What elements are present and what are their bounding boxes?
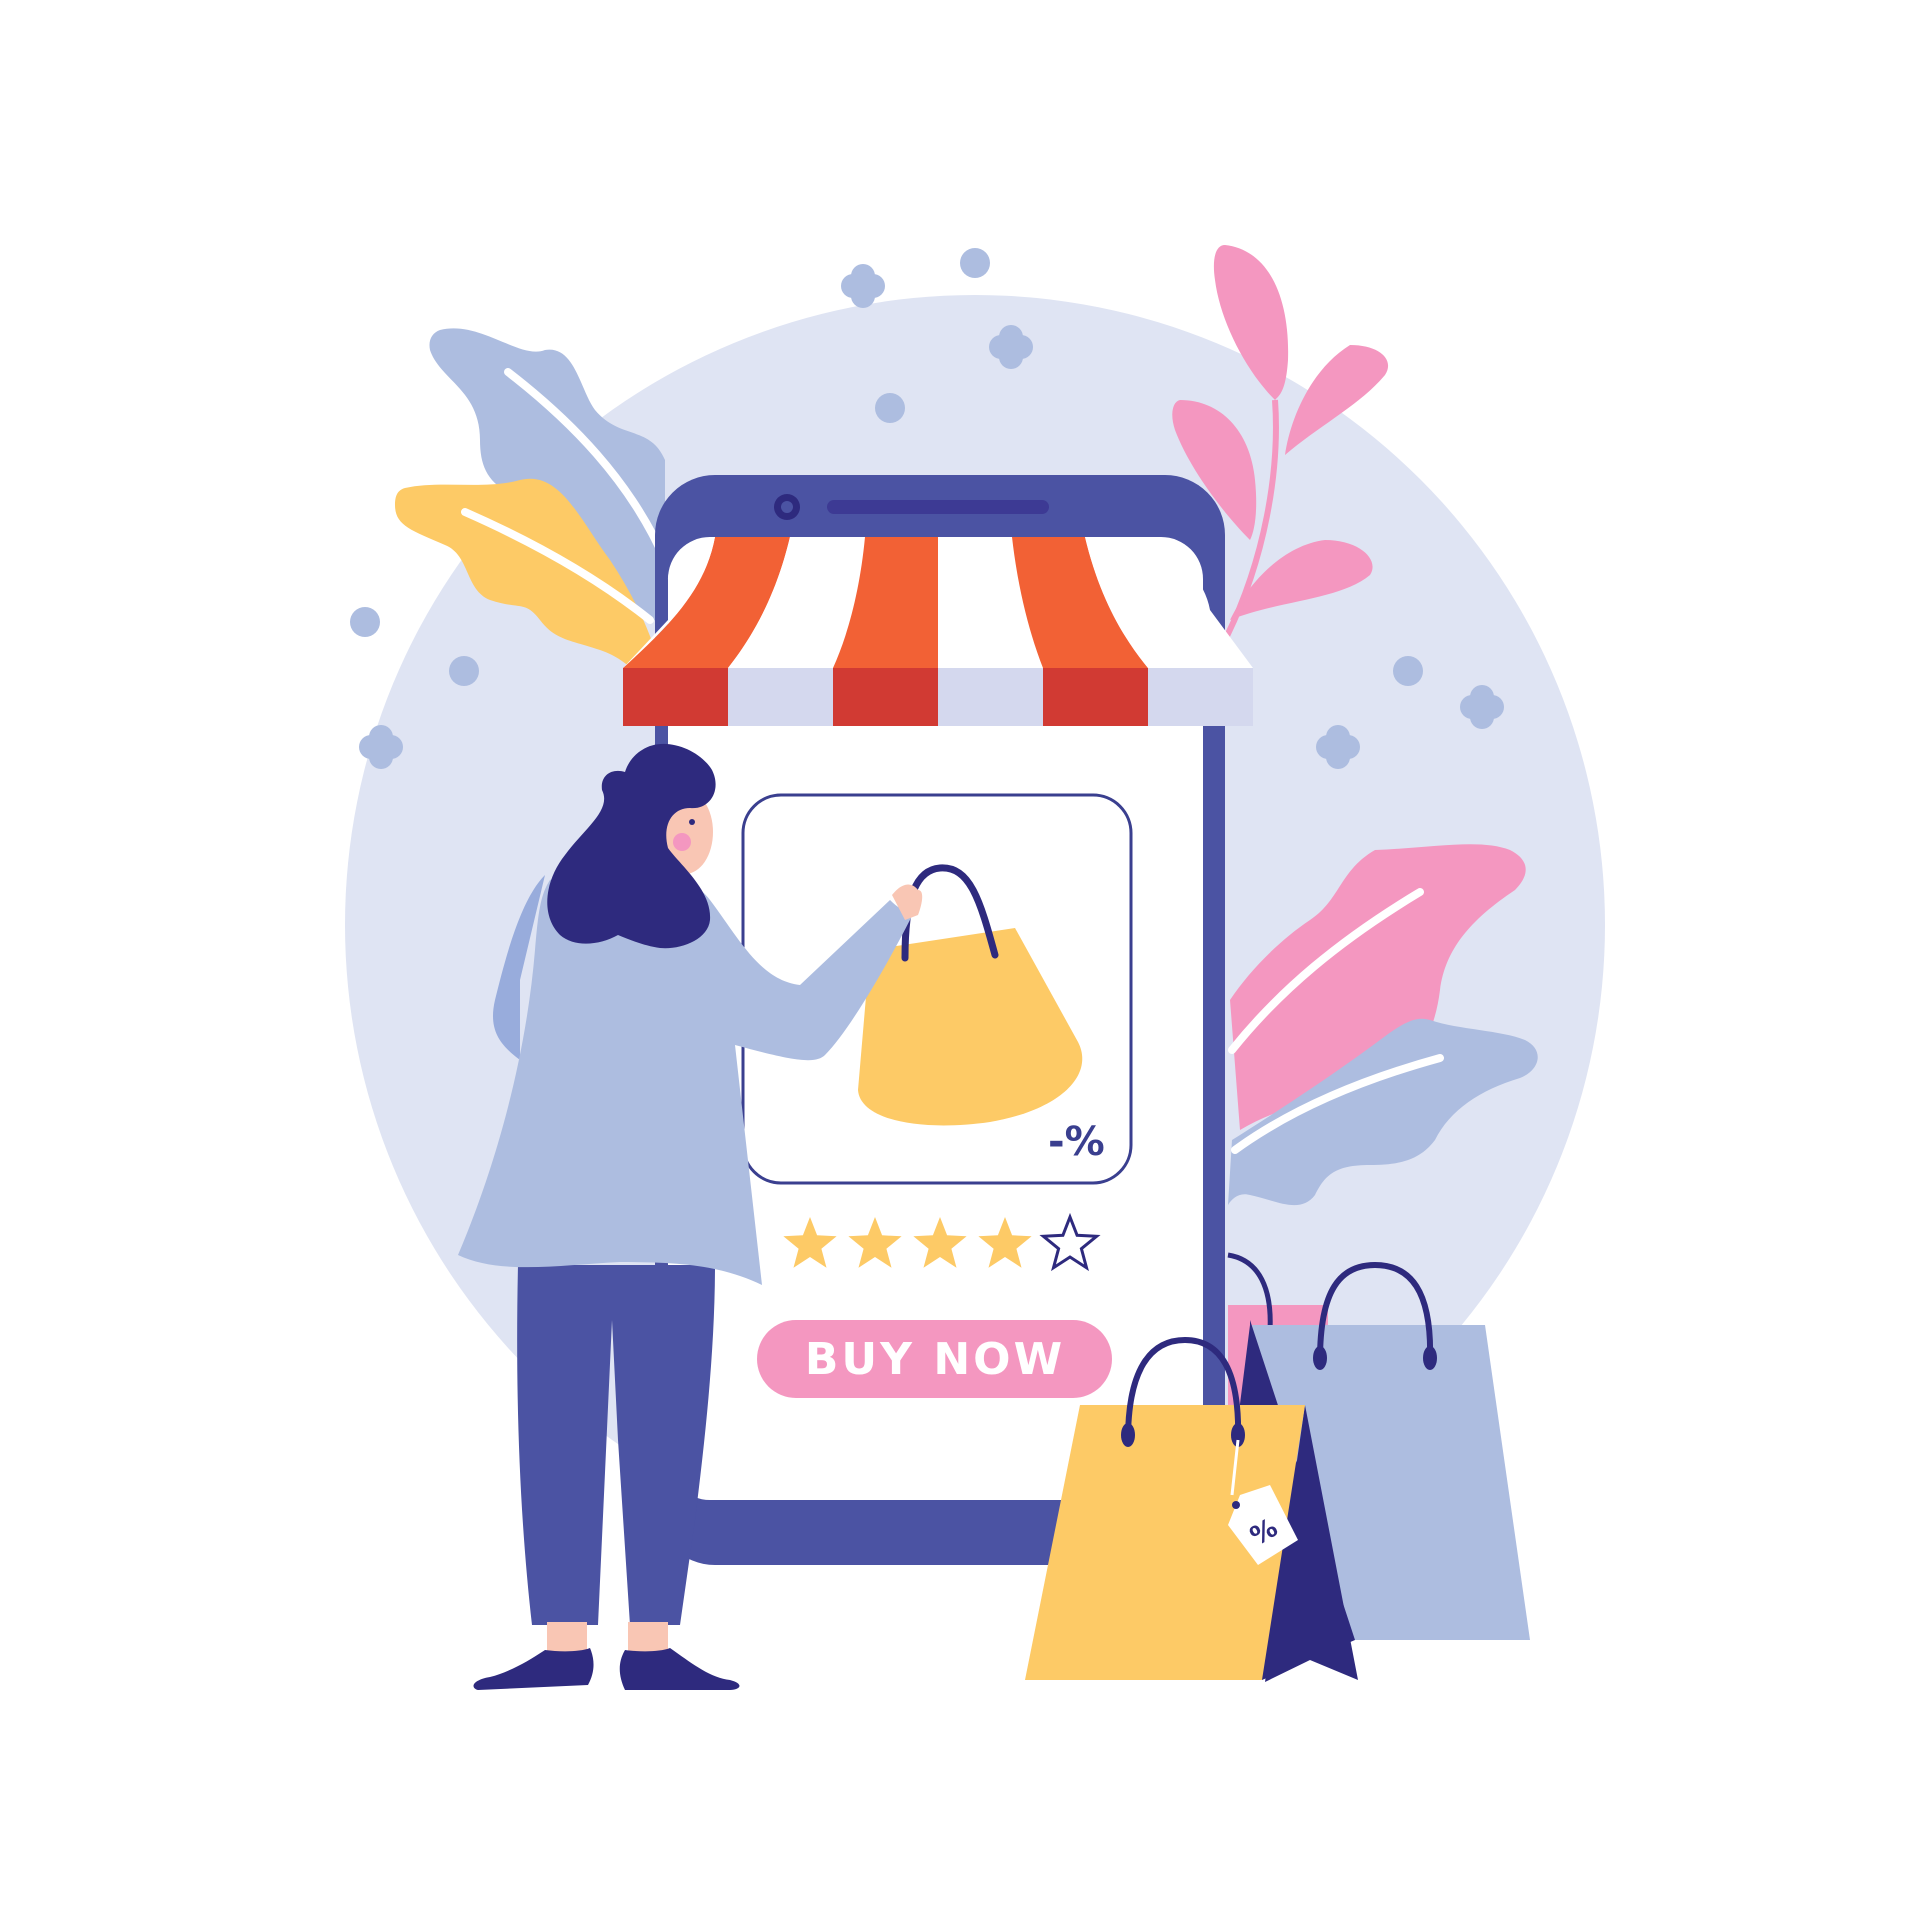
buy-now-label: BUY NOW (805, 1334, 1065, 1385)
woman-shoe (473, 1648, 594, 1690)
sparkle-dot-icon (350, 607, 380, 637)
woman-legs (517, 1265, 715, 1625)
woman-shoe (619, 1648, 740, 1690)
sparkle-cross-icon (841, 264, 885, 308)
sparkle-dot-icon (1393, 656, 1423, 686)
buy-now-button[interactable]: BUY NOW (757, 1320, 1112, 1398)
discount-label: -% (1048, 1119, 1105, 1165)
awning-valance-red (833, 668, 938, 726)
awning-valance-red (623, 668, 728, 726)
awning-valance-red (1043, 668, 1148, 726)
shopping-illustration: -% BUY NOW % (345, 245, 1605, 1690)
sparkle-dot-icon (875, 393, 905, 423)
sparkle-dot-icon (960, 248, 990, 278)
speaker-slot (827, 500, 1049, 514)
shop-awning (623, 537, 1253, 726)
sparkle-dot-icon (449, 656, 479, 686)
